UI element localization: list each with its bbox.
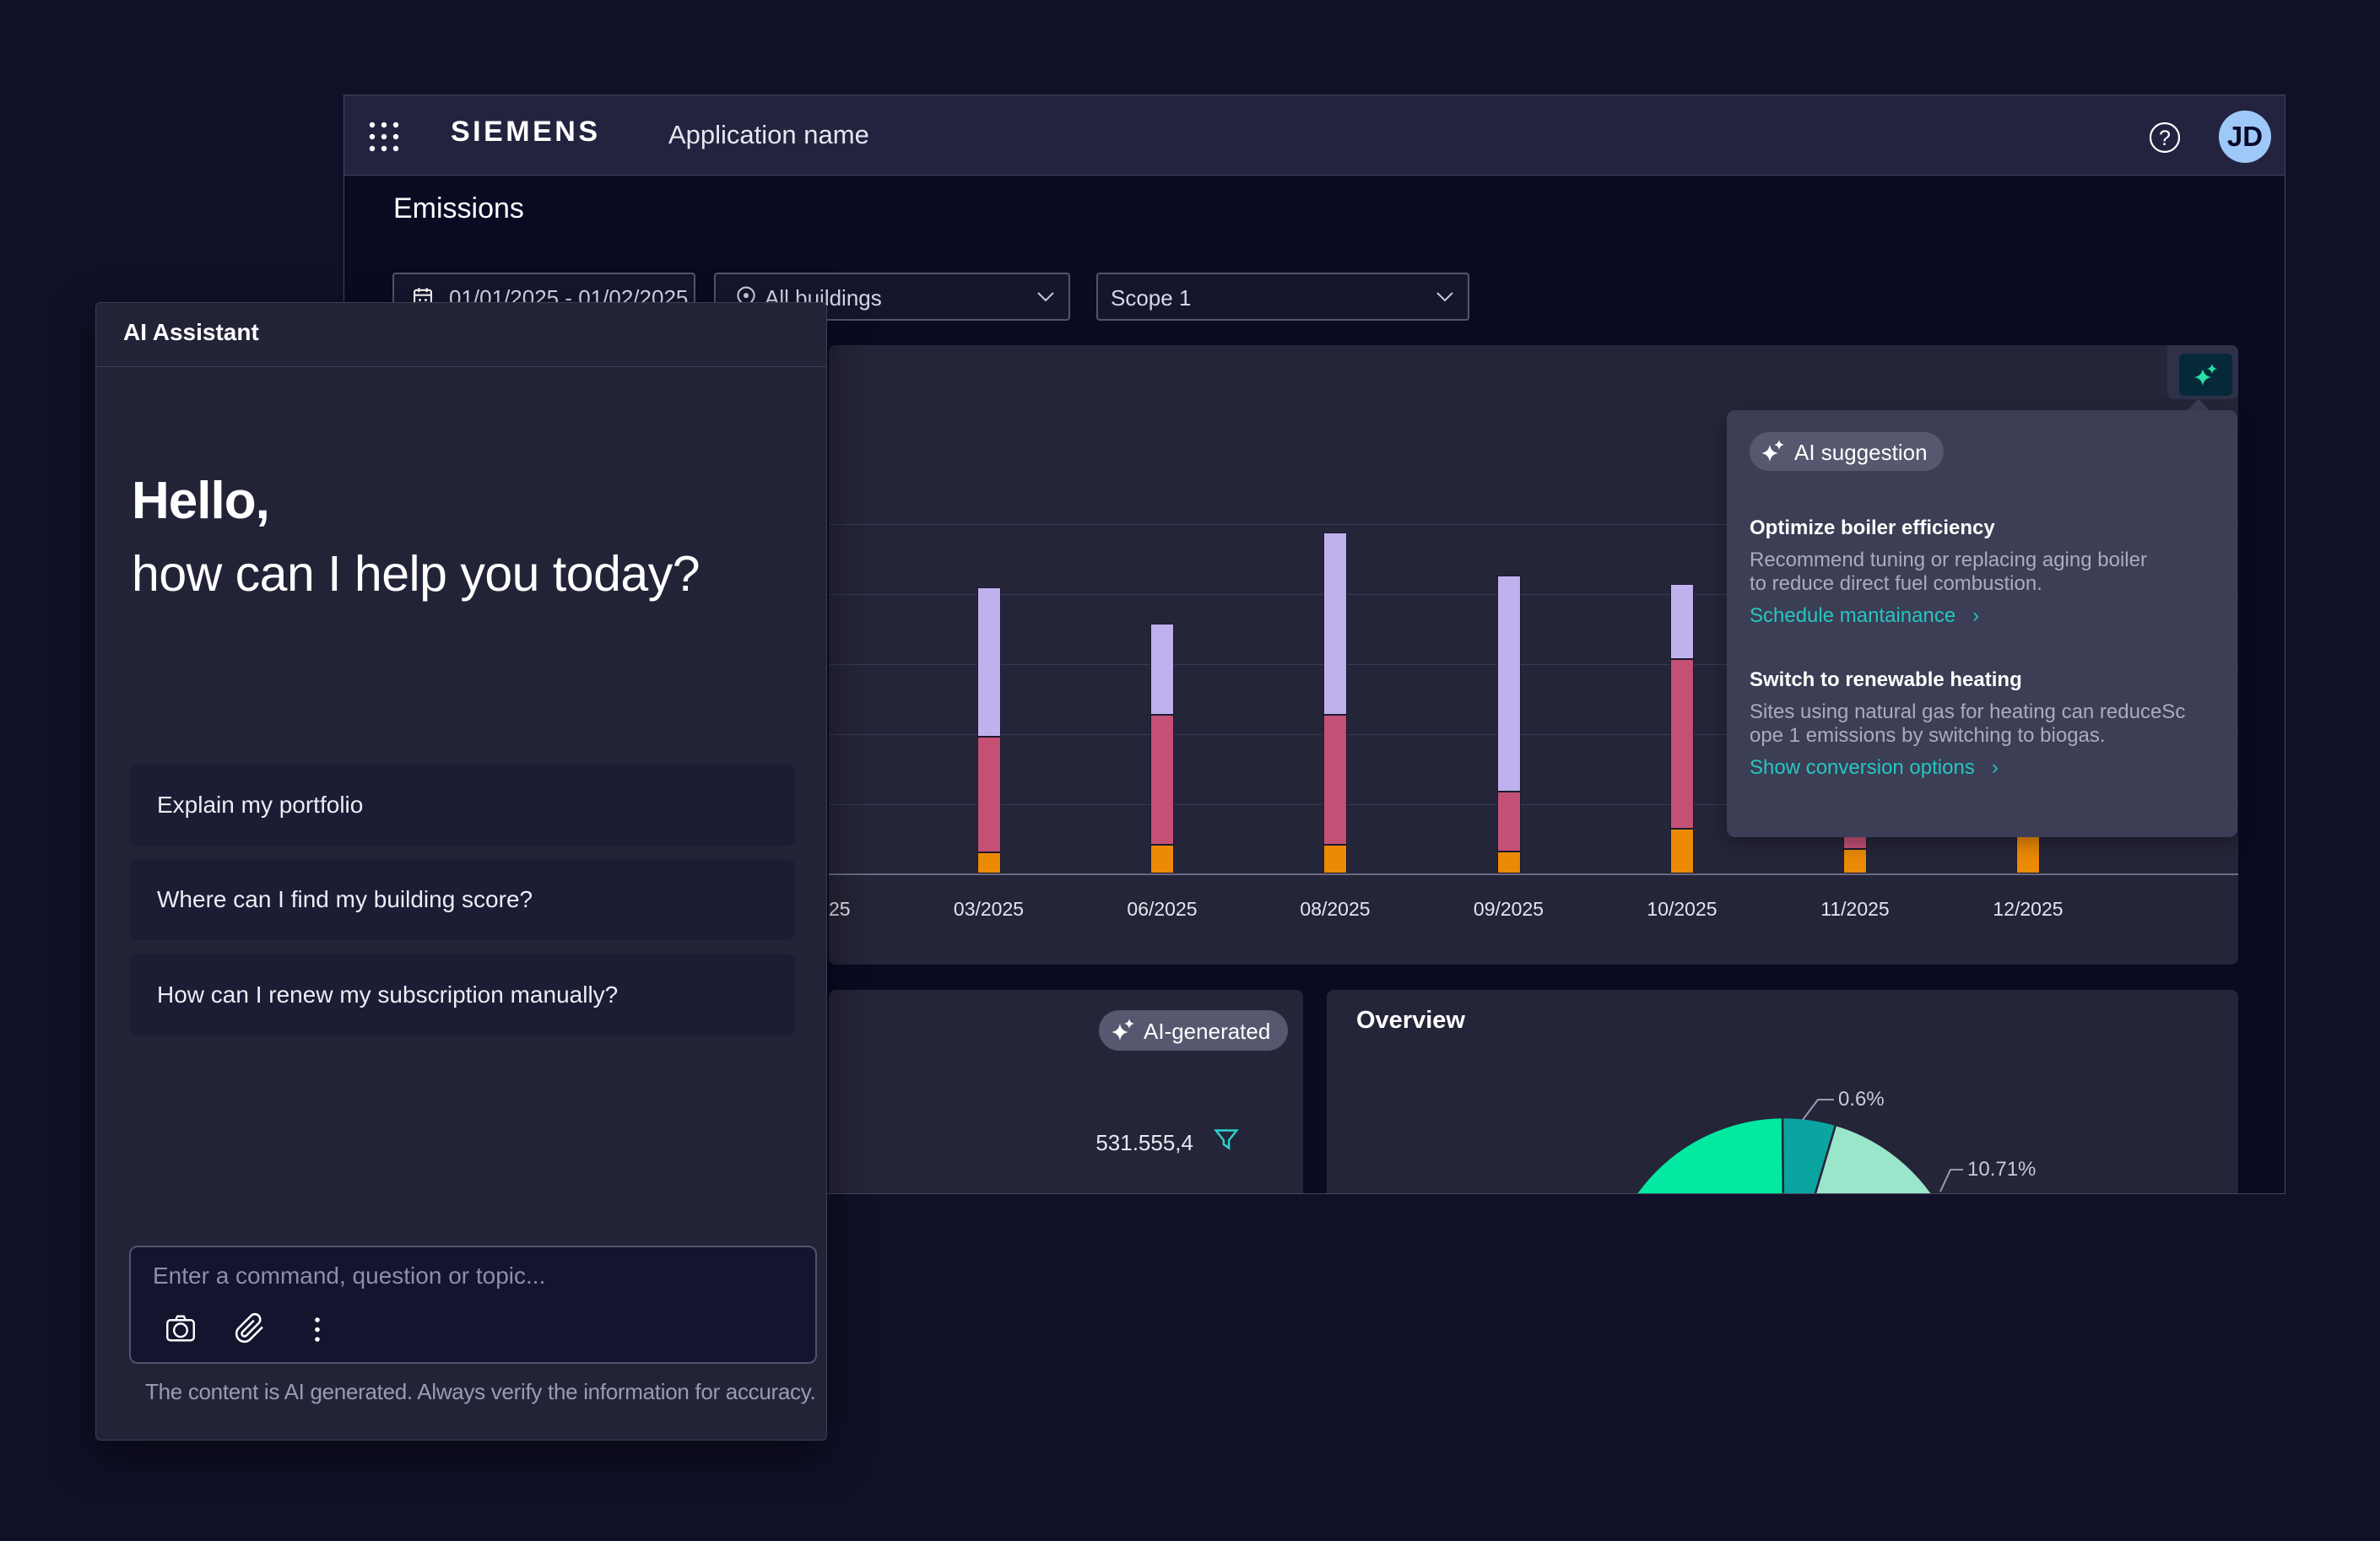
svg-text:?: ? [2159,127,2171,150]
